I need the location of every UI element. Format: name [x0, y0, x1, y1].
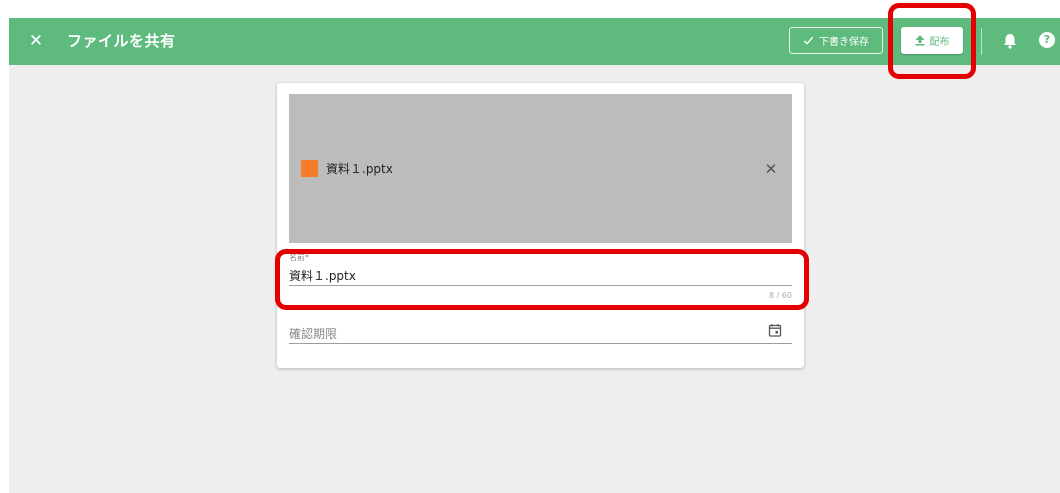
upload-icon [915, 35, 924, 46]
app-bar: ✕ ファイルを共有 下書き保存 配布 ? [9, 18, 1060, 65]
check-icon [803, 36, 814, 45]
remove-file-icon[interactable]: ✕ [762, 160, 780, 178]
name-char-counter: 8 / 60 [768, 291, 792, 300]
distribute-label: 配布 [929, 37, 950, 48]
close-icon[interactable]: ✕ [25, 30, 47, 52]
file-type-icon [301, 160, 318, 177]
save-draft-button[interactable]: 下書き保存 [789, 27, 883, 54]
attached-file[interactable]: 資料１.pptx [301, 160, 393, 177]
page-title: ファイルを共有 [67, 32, 176, 50]
share-file-card: 資料１.pptx ✕ 名前* 8 / 60 確認期限 [277, 83, 804, 368]
calendar-icon[interactable] [768, 323, 782, 337]
name-field-label: 名前* [289, 253, 309, 262]
toolbar-divider [981, 28, 982, 55]
help-icon[interactable]: ? [1039, 32, 1055, 48]
deadline-placeholder: 確認期限 [289, 327, 338, 341]
name-field[interactable] [289, 265, 792, 286]
deadline-field[interactable]: 確認期限 [289, 323, 792, 344]
save-draft-label: 下書き保存 [819, 37, 869, 48]
bell-icon[interactable] [1001, 32, 1019, 50]
distribute-button[interactable]: 配布 [901, 27, 963, 54]
attached-file-name: 資料１.pptx [326, 162, 393, 176]
file-preview: 資料１.pptx ✕ [289, 94, 792, 243]
app-window: ✕ ファイルを共有 下書き保存 配布 ? 資料１.pptx ✕ 名前* 資料１.… [9, 18, 1060, 493]
